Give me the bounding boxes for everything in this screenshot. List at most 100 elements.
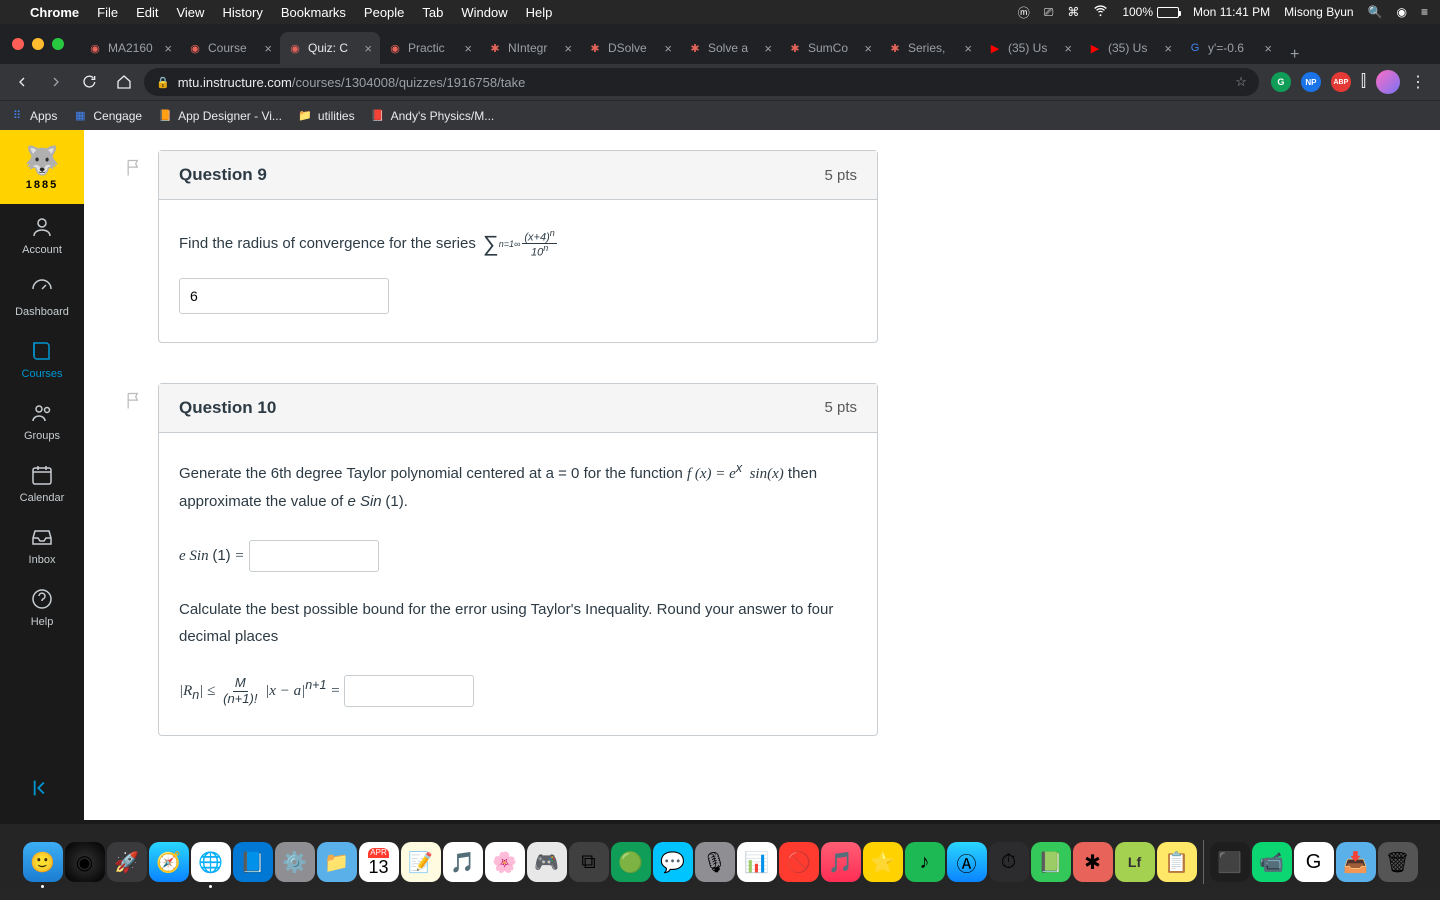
close-icon[interactable]: × bbox=[764, 41, 772, 56]
clock[interactable]: Mon 11:41 PM bbox=[1193, 5, 1270, 19]
flag-question-9[interactable] bbox=[124, 156, 146, 182]
np-ext-icon[interactable]: NP bbox=[1301, 72, 1321, 92]
close-icon[interactable]: × bbox=[564, 41, 572, 56]
menu-tab[interactable]: Tab bbox=[422, 5, 443, 20]
app-name[interactable]: Chrome bbox=[30, 5, 79, 20]
profile-avatar[interactable] bbox=[1376, 70, 1400, 94]
dock-messages[interactable]: 💬 bbox=[653, 842, 693, 882]
tab-5[interactable]: ✱DSolve× bbox=[580, 32, 680, 64]
user-name[interactable]: Misong Byun bbox=[1284, 5, 1353, 19]
wifi-icon[interactable] bbox=[1093, 3, 1108, 21]
menu-window[interactable]: Window bbox=[461, 5, 507, 20]
bookmark-apps[interactable]: ⠿Apps bbox=[10, 109, 57, 123]
tab-7[interactable]: ✱SumCo× bbox=[780, 32, 880, 64]
dock-app[interactable]: 📗 bbox=[1031, 842, 1071, 882]
forward-button[interactable] bbox=[42, 68, 70, 96]
bookmark-appdesigner[interactable]: 📙App Designer - Vi... bbox=[158, 109, 282, 123]
dock-app[interactable]: 🚫 bbox=[779, 842, 819, 882]
dock-chrome[interactable]: 🌐 bbox=[191, 842, 231, 882]
nav-help[interactable]: Help bbox=[0, 576, 84, 638]
maximize-window[interactable] bbox=[52, 38, 64, 50]
close-icon[interactable]: × bbox=[264, 41, 272, 56]
close-icon[interactable]: × bbox=[464, 41, 472, 56]
nav-courses[interactable]: Courses bbox=[0, 328, 84, 390]
menu-bookmarks[interactable]: Bookmarks bbox=[281, 5, 346, 20]
dock-settings[interactable]: ⚙️ bbox=[275, 842, 315, 882]
tab-2[interactable]: ◉Quiz: C× bbox=[280, 32, 380, 64]
q10-error-input[interactable] bbox=[344, 675, 474, 707]
nav-dashboard[interactable]: Dashboard bbox=[0, 266, 84, 328]
menu-edit[interactable]: Edit bbox=[136, 5, 158, 20]
status-icon[interactable]: ⓜ bbox=[1018, 4, 1030, 21]
dock-calendar[interactable]: APR13 bbox=[359, 842, 399, 882]
bookmark-andys[interactable]: 📕Andy's Physics/M... bbox=[371, 109, 495, 123]
close-icon[interactable]: × bbox=[1064, 41, 1072, 56]
dock-downloads[interactable]: 📥 bbox=[1336, 842, 1376, 882]
nav-account[interactable]: Account bbox=[0, 204, 84, 266]
tab-10[interactable]: ▶(35) Us× bbox=[1080, 32, 1180, 64]
dock-spotify[interactable]: ♪ bbox=[905, 842, 945, 882]
close-icon[interactable]: × bbox=[964, 41, 972, 56]
tab-6[interactable]: ✱Solve a× bbox=[680, 32, 780, 64]
back-button[interactable] bbox=[8, 68, 36, 96]
flag-question-10[interactable] bbox=[124, 389, 146, 415]
dock-facetime[interactable]: 📹 bbox=[1252, 842, 1292, 882]
minimize-window[interactable] bbox=[32, 38, 44, 50]
new-tab-button[interactable]: + bbox=[1280, 46, 1309, 64]
dock-wolfram[interactable]: ✱ bbox=[1073, 842, 1113, 882]
close-window[interactable] bbox=[12, 38, 24, 50]
address-bar[interactable]: 🔒 mtu.instructure.com/courses/1304008/qu… bbox=[144, 68, 1259, 96]
tab-4[interactable]: ✱NIntegr× bbox=[480, 32, 580, 64]
bookmark-utilities[interactable]: 📁utilities bbox=[298, 109, 355, 123]
menu-people[interactable]: People bbox=[364, 5, 404, 20]
tab-0[interactable]: ◉MA2160× bbox=[80, 32, 180, 64]
dock-photos[interactable]: 🌸 bbox=[485, 842, 525, 882]
canvas-logo[interactable]: 🐺 1885 bbox=[0, 130, 84, 204]
nav-groups[interactable]: Groups bbox=[0, 390, 84, 452]
close-icon[interactable]: × bbox=[364, 41, 372, 56]
close-icon[interactable]: × bbox=[664, 41, 672, 56]
menu-file[interactable]: File bbox=[97, 5, 118, 20]
dock-music[interactable]: 🎵 bbox=[821, 842, 861, 882]
close-icon[interactable]: × bbox=[1264, 41, 1272, 56]
dock-app[interactable]: 📁 bbox=[317, 842, 357, 882]
dock-terminal[interactable]: ⬛ bbox=[1210, 842, 1250, 882]
home-button[interactable] bbox=[110, 68, 138, 96]
dock-notes[interactable]: 📝 bbox=[401, 842, 441, 882]
grammarly-ext-icon[interactable]: G bbox=[1271, 72, 1291, 92]
dock-app[interactable]: 🎙 bbox=[695, 842, 735, 882]
dock-finder[interactable]: 🙂 bbox=[23, 842, 63, 882]
menu-help[interactable]: Help bbox=[526, 5, 553, 20]
q9-answer-input[interactable] bbox=[179, 278, 389, 314]
collapse-sidebar[interactable] bbox=[31, 761, 53, 820]
tab-9[interactable]: ▶(35) Us× bbox=[980, 32, 1080, 64]
dock-app[interactable]: ⏱ bbox=[989, 842, 1029, 882]
dock-stickies[interactable]: 📋 bbox=[1157, 842, 1197, 882]
reload-button[interactable] bbox=[76, 68, 104, 96]
abp-ext-icon[interactable]: ABP bbox=[1331, 72, 1351, 92]
tab-11[interactable]: Gy'=-0.6× bbox=[1180, 32, 1280, 64]
search-icon[interactable]: 🔍 bbox=[1368, 5, 1383, 19]
tab-3[interactable]: ◉Practic× bbox=[380, 32, 480, 64]
close-icon[interactable]: × bbox=[864, 41, 872, 56]
dock-siri[interactable]: ◉ bbox=[65, 842, 105, 882]
close-icon[interactable]: × bbox=[164, 41, 172, 56]
dock-appstore[interactable]: Ⓐ bbox=[947, 842, 987, 882]
dock-lf[interactable]: Lf bbox=[1115, 842, 1155, 882]
dock-app[interactable]: ⧉ bbox=[569, 842, 609, 882]
dock-launchpad[interactable]: 🚀 bbox=[107, 842, 147, 882]
chrome-menu-icon[interactable]: ⋮ bbox=[1410, 72, 1426, 92]
dock-app[interactable]: 📊 bbox=[737, 842, 777, 882]
tab-1[interactable]: ◉Course× bbox=[180, 32, 280, 64]
dock-app[interactable]: G bbox=[1294, 842, 1334, 882]
nav-calendar[interactable]: Calendar bbox=[0, 452, 84, 514]
notifications-icon[interactable]: ≡ bbox=[1421, 5, 1428, 19]
nav-inbox[interactable]: Inbox bbox=[0, 514, 84, 576]
bluetooth-icon[interactable]: ⌘ bbox=[1067, 5, 1079, 19]
dock-app[interactable]: 🎵 bbox=[443, 842, 483, 882]
dock-app[interactable]: 📘 bbox=[233, 842, 273, 882]
q10-esin-input[interactable] bbox=[249, 540, 379, 572]
menu-view[interactable]: View bbox=[176, 5, 204, 20]
dock-app[interactable]: ⭐ bbox=[863, 842, 903, 882]
dock-safari[interactable]: 🧭 bbox=[149, 842, 189, 882]
